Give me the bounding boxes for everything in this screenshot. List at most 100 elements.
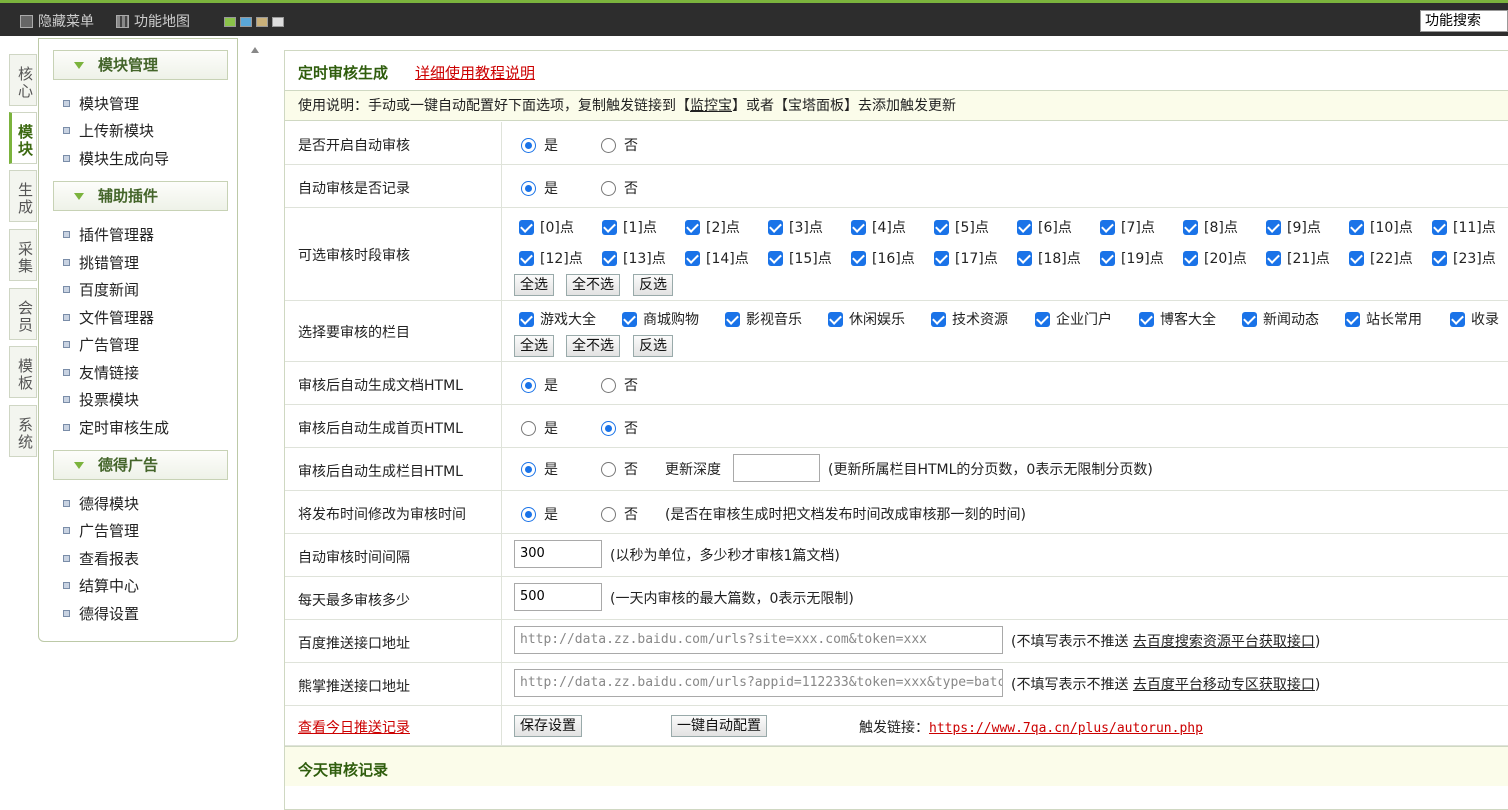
menu-item[interactable]: 广告管理: [63, 520, 139, 541]
hour-checkbox[interactable]: [18]点: [1017, 248, 1081, 268]
menu-scrollbar[interactable]: [248, 38, 266, 769]
hour-checkbox[interactable]: [2]点: [685, 217, 740, 237]
radio-no[interactable]: 否: [601, 504, 638, 524]
auto-config-button[interactable]: 一键自动配置: [671, 715, 767, 737]
hour-checkbox[interactable]: [19]点: [1100, 248, 1164, 268]
menu-item[interactable]: 友情链接: [63, 362, 139, 383]
menu-item[interactable]: 投票模块: [63, 389, 139, 410]
radio-yes[interactable]: 是: [521, 135, 558, 155]
group-plugins[interactable]: 辅助插件: [53, 181, 228, 211]
tab-module[interactable]: 模块: [9, 112, 37, 164]
radio-no[interactable]: 否: [601, 459, 638, 479]
menu-item[interactable]: 结算中心: [63, 575, 139, 596]
hour-checkbox[interactable]: [22]点: [1349, 248, 1413, 268]
skin-gray-icon[interactable]: [272, 17, 284, 27]
radio-no[interactable]: 否: [601, 178, 638, 198]
hour-checkbox[interactable]: [17]点: [934, 248, 998, 268]
menu-item[interactable]: 插件管理器: [63, 224, 154, 245]
hour-checkbox[interactable]: [11]点: [1432, 217, 1496, 237]
skin-tan-icon[interactable]: [256, 17, 268, 27]
radio-yes[interactable]: 是: [521, 418, 558, 438]
category-checkbox[interactable]: 技术资源: [931, 309, 1008, 329]
category-checkbox[interactable]: 影视音乐: [725, 309, 802, 329]
hour-checkbox[interactable]: [5]点: [934, 217, 989, 237]
menu-item[interactable]: 模块生成向导: [63, 148, 169, 169]
menu-item[interactable]: 挑错管理: [63, 252, 139, 273]
menu-item[interactable]: 查看报表: [63, 548, 139, 569]
hour-checkbox[interactable]: [8]点: [1183, 217, 1238, 237]
mobile-platform-link[interactable]: 去百度平台移动专区获取接口: [1133, 677, 1315, 693]
hour-checkbox[interactable]: [20]点: [1183, 248, 1247, 268]
category-checkbox[interactable]: 博客大全: [1139, 309, 1216, 329]
hour-checkbox[interactable]: [6]点: [1017, 217, 1072, 237]
tab-collect[interactable]: 采集: [9, 229, 37, 281]
menu-item[interactable]: 广告管理: [63, 334, 139, 355]
category-checkbox[interactable]: 游戏大全: [519, 309, 596, 329]
columns-select-none-button[interactable]: 全不选: [566, 335, 620, 357]
daymax-input[interactable]: 500: [514, 583, 602, 611]
hour-checkbox[interactable]: [9]点: [1266, 217, 1321, 237]
radio-no[interactable]: 否: [601, 418, 638, 438]
category-checkbox[interactable]: 站长常用: [1345, 309, 1422, 329]
hour-checkbox[interactable]: [23]点: [1432, 248, 1496, 268]
group-ads[interactable]: 德得广告: [53, 450, 228, 480]
hour-checkbox[interactable]: [16]点: [851, 248, 915, 268]
function-map-button[interactable]: 功能地图: [116, 11, 190, 31]
baidu-push-input[interactable]: http://data.zz.baidu.com/urls?site=xxx.c…: [514, 626, 1003, 654]
radio-yes[interactable]: 是: [521, 375, 558, 395]
hours-invert-button[interactable]: 反选: [633, 274, 673, 296]
hour-checkbox[interactable]: [13]点: [602, 248, 666, 268]
skin-green-icon[interactable]: [224, 17, 236, 27]
category-checkbox[interactable]: 休闲娱乐: [828, 309, 905, 329]
hour-checkbox[interactable]: [4]点: [851, 217, 906, 237]
menu-item[interactable]: 模块管理: [63, 93, 139, 114]
category-checkbox[interactable]: 商城购物: [622, 309, 699, 329]
hour-checkbox[interactable]: [0]点: [519, 217, 574, 237]
radio-no[interactable]: 否: [601, 375, 638, 395]
hour-checkbox[interactable]: [3]点: [768, 217, 823, 237]
tab-core[interactable]: 核心: [9, 54, 37, 106]
category-checkbox[interactable]: 新闻动态: [1242, 309, 1319, 329]
menu-item[interactable]: 文件管理器: [63, 307, 154, 328]
skin-blue-icon[interactable]: [240, 17, 252, 27]
menu-item[interactable]: 德得模块: [63, 493, 139, 514]
hour-checkbox[interactable]: [1]点: [602, 217, 657, 237]
arrow-up-icon[interactable]: [251, 47, 259, 53]
hour-checkbox[interactable]: [7]点: [1100, 217, 1155, 237]
hour-checkbox[interactable]: [10]点: [1349, 217, 1413, 237]
hide-menu-button[interactable]: 隐藏菜单: [20, 11, 94, 31]
hour-checkbox[interactable]: [15]点: [768, 248, 832, 268]
radio-yes[interactable]: 是: [521, 178, 558, 198]
hour-checkbox[interactable]: [21]点: [1266, 248, 1330, 268]
interval-input[interactable]: 300: [514, 540, 602, 568]
columns-select-all-button[interactable]: 全选: [514, 335, 554, 357]
menu-item[interactable]: 上传新模块: [63, 120, 154, 141]
function-search-input[interactable]: 功能搜索: [1420, 10, 1508, 32]
baidu-platform-link[interactable]: 去百度搜索资源平台获取接口: [1133, 634, 1315, 650]
tab-member[interactable]: 会员: [9, 288, 37, 340]
menu-item[interactable]: 定时审核生成: [63, 417, 169, 438]
tutorial-link[interactable]: 详细使用教程说明: [415, 62, 535, 83]
tab-system[interactable]: 系统: [9, 405, 37, 457]
columns-invert-button[interactable]: 反选: [633, 335, 673, 357]
menu-item[interactable]: 百度新闻: [63, 279, 139, 300]
group-module-manage[interactable]: 模块管理: [53, 50, 228, 80]
hour-checkbox[interactable]: [14]点: [685, 248, 749, 268]
jiankongbao-link[interactable]: 监控宝: [690, 98, 732, 114]
hours-select-none-button[interactable]: 全不选: [566, 274, 620, 296]
hours-select-all-button[interactable]: 全选: [514, 274, 554, 296]
category-checkbox[interactable]: 企业门户: [1035, 309, 1112, 329]
depth-input[interactable]: [733, 454, 820, 482]
radio-yes[interactable]: 是: [521, 459, 558, 479]
xiongzhang-push-input[interactable]: http://data.zz.baidu.com/urls?appid=1122…: [514, 669, 1003, 697]
tab-template[interactable]: 模板: [9, 346, 37, 398]
menu-item[interactable]: 德得设置: [63, 603, 139, 624]
view-today-push-link[interactable]: 查看今日推送记录: [298, 717, 410, 737]
category-checkbox[interactable]: 收录: [1450, 309, 1499, 329]
radio-yes[interactable]: 是: [521, 504, 558, 524]
radio-no[interactable]: 否: [601, 135, 638, 155]
trigger-url-link[interactable]: https://www.7qa.cn/plus/autorun.php: [929, 721, 1203, 736]
save-settings-button[interactable]: 保存设置: [514, 715, 582, 737]
hour-checkbox[interactable]: [12]点: [519, 248, 583, 268]
tab-generate[interactable]: 生成: [9, 170, 37, 222]
